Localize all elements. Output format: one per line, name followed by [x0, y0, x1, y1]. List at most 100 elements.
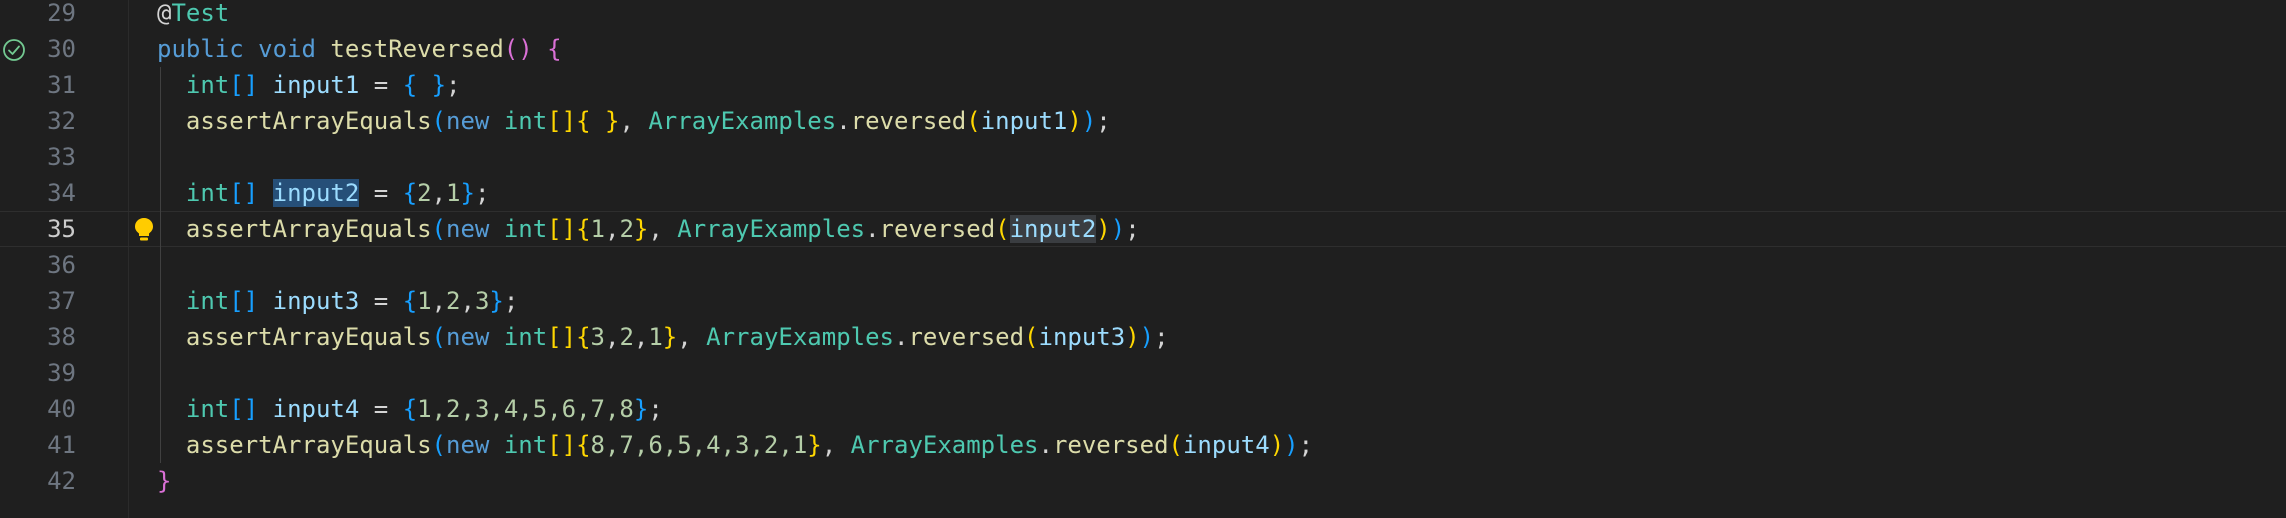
code-text[interactable]: public void testReversed() {	[157, 31, 562, 67]
code-text[interactable]: assertArrayEquals(new int[]{1,2}, ArrayE…	[157, 211, 1140, 247]
code-token: []	[229, 395, 259, 423]
code-text[interactable]: @Test	[157, 0, 229, 31]
code-token: (	[995, 215, 1010, 243]
code-token: int	[503, 431, 548, 459]
code-text[interactable]: int[] input3 = {1,2,3};	[157, 283, 518, 319]
code-line[interactable]: 34 int[] input2 = {2,1};	[0, 175, 2286, 211]
code-text[interactable]: int[] input1 = { };	[157, 67, 461, 103]
code-token: ,	[633, 323, 649, 351]
code-line[interactable]: 29 @Test	[0, 0, 2286, 31]
code-token: []	[547, 215, 577, 243]
code-token: ;	[1298, 431, 1314, 459]
code-text[interactable]: }	[157, 463, 171, 499]
code-token: ArrayExamples	[850, 431, 1039, 459]
code-token: ,	[648, 215, 678, 243]
code-token: {	[547, 35, 562, 63]
indent-guide	[160, 247, 161, 283]
code-text[interactable]: assertArrayEquals(new int[]{3,2,1}, Arra…	[157, 319, 1169, 355]
code-text[interactable]: int[] input2 = {2,1};	[157, 175, 489, 211]
code-text[interactable]: assertArrayEquals(new int[]{8,7,6,5,4,3,…	[157, 427, 1313, 463]
lightbulb-icon[interactable]	[133, 217, 155, 243]
code-line[interactable]: 41 assertArrayEquals(new int[]{8,7,6,5,4…	[0, 427, 2286, 463]
code-token: )	[1269, 431, 1285, 459]
code-token: )	[1125, 323, 1140, 351]
code-line[interactable]: 42}	[0, 463, 2286, 499]
code-token: new	[446, 107, 490, 135]
line-number[interactable]: 41	[6, 427, 76, 463]
line-number[interactable]: 38	[6, 319, 76, 355]
code-token: (	[431, 215, 446, 243]
line-number[interactable]: 31	[6, 67, 76, 103]
code-token: Test	[171, 0, 230, 27]
check-circle-icon[interactable]	[2, 38, 26, 62]
code-token: ;	[1125, 215, 1140, 243]
code-token: 2	[619, 323, 634, 351]
code-token: input3	[272, 287, 360, 315]
line-number[interactable]: 32	[6, 103, 76, 139]
code-token: .	[865, 215, 880, 243]
code-token: input2	[272, 179, 360, 207]
code-token: ;	[446, 71, 461, 99]
line-number[interactable]: 39	[6, 355, 76, 391]
code-token: (	[431, 431, 446, 459]
code-token: .	[836, 107, 851, 135]
code-line[interactable]: 31 int[] input1 = { };	[0, 67, 2286, 103]
code-line[interactable]: 39	[0, 355, 2286, 391]
code-token: =	[359, 395, 403, 423]
code-token: }	[662, 323, 678, 351]
code-token: )	[1096, 215, 1111, 243]
line-number[interactable]: 29	[6, 0, 76, 31]
code-token: int	[185, 395, 230, 423]
code-line[interactable]: 32 assertArrayEquals(new int[]{ }, Array…	[0, 103, 2286, 139]
code-token: {	[576, 215, 591, 243]
code-token: 1	[417, 287, 432, 315]
line-number[interactable]: 40	[6, 391, 76, 427]
line-number[interactable]: 42	[6, 463, 76, 499]
code-line[interactable]: 36	[0, 247, 2286, 283]
code-token: (	[966, 107, 981, 135]
code-token: 2	[619, 215, 634, 243]
code-token: ,	[431, 287, 447, 315]
code-text[interactable]: int[] input4 = {1,2,3,4,5,6,7,8};	[157, 391, 663, 427]
code-line[interactable]: 40 int[] input4 = {1,2,3,4,5,6,7,8};	[0, 391, 2286, 427]
code-token: 2	[417, 179, 432, 207]
line-number[interactable]: 34	[6, 175, 76, 211]
code-token: input1	[980, 107, 1068, 135]
code-token: 1	[590, 215, 605, 243]
code-token: ;	[648, 395, 663, 423]
code-line[interactable]: 37 int[] input3 = {1,2,3};	[0, 283, 2286, 319]
code-token: reversed	[1052, 431, 1169, 459]
code-token: int	[503, 323, 548, 351]
line-number[interactable]: 35	[6, 211, 76, 247]
indent-guide	[160, 139, 161, 175]
code-line[interactable]: 33	[0, 139, 2286, 175]
line-number[interactable]: 36	[6, 247, 76, 283]
code-token: ,	[677, 323, 707, 351]
code-token: .	[894, 323, 909, 351]
code-token: )	[1110, 215, 1126, 243]
code-token: input2	[1009, 215, 1097, 243]
code-token: (	[1168, 431, 1183, 459]
code-text[interactable]: assertArrayEquals(new int[]{ }, ArrayExa…	[157, 103, 1111, 139]
code-line[interactable]: 30 public void testReversed() {	[0, 31, 2286, 67]
code-token: input4	[1182, 431, 1270, 459]
code-token: }	[460, 179, 475, 207]
code-editor[interactable]: 29 @Test 30 public void testReversed() {31 …	[0, 0, 2286, 518]
code-token: (	[1024, 323, 1039, 351]
code-line[interactable]: 35 assertArrayEquals(new int[]{1,2}, Arr…	[0, 211, 2286, 247]
line-number[interactable]: 33	[6, 139, 76, 175]
line-number[interactable]: 37	[6, 283, 76, 319]
code-token: .	[1038, 431, 1053, 459]
code-token: int	[185, 287, 230, 315]
code-line[interactable]: 38 assertArrayEquals(new int[]{3,2,1}, A…	[0, 319, 2286, 355]
code-token: }	[157, 467, 172, 495]
